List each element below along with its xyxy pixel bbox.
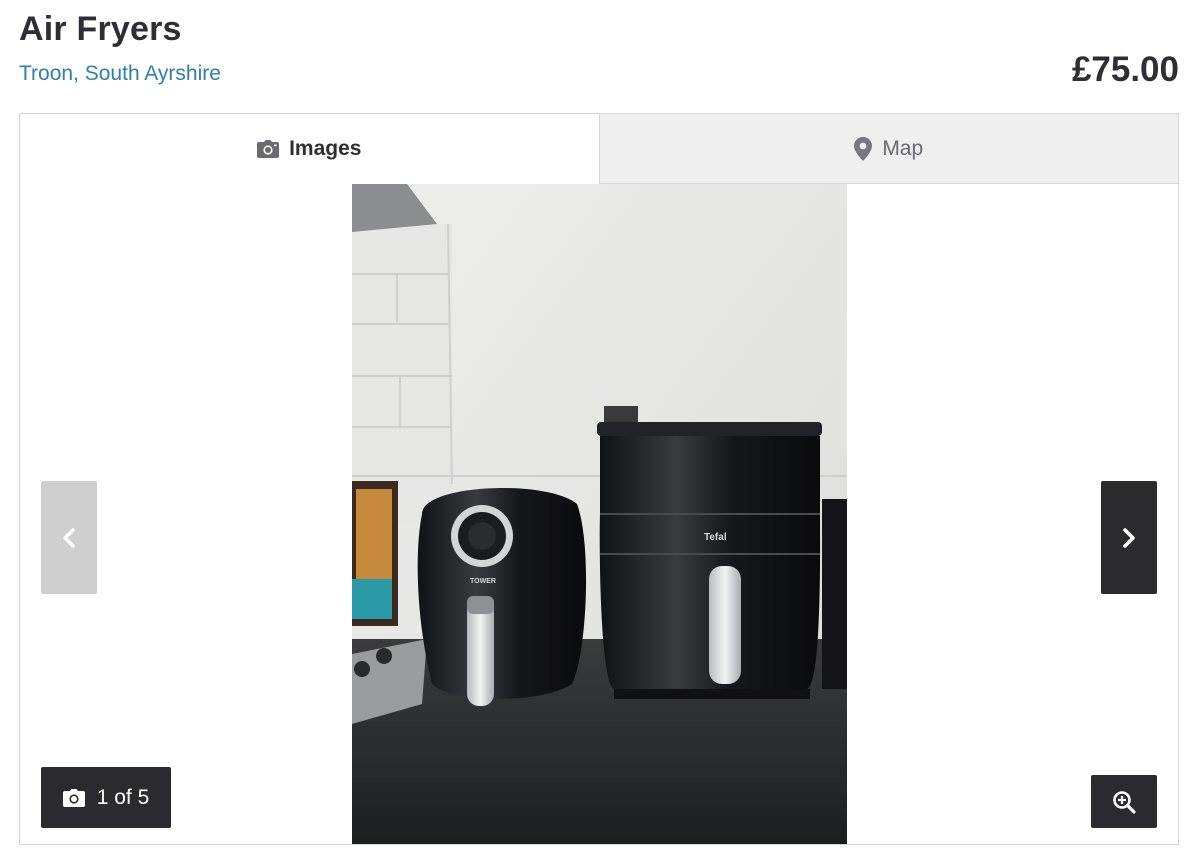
camera-icon <box>257 140 280 158</box>
tab-images-label: Images <box>289 137 362 160</box>
zoom-in-icon <box>1113 790 1136 814</box>
listing-price: £75.00 <box>1071 50 1179 89</box>
chevron-left-icon <box>63 527 75 548</box>
tefal-brand-label: Tefal <box>704 532 727 543</box>
zoom-image-button[interactable] <box>1091 775 1157 828</box>
tab-map-label: Map <box>882 136 924 160</box>
tower-brand-label: TOWER <box>470 578 496 585</box>
map-pin-icon <box>854 136 873 161</box>
media-tabs: Images Map <box>20 114 1178 184</box>
image-counter: 1 of 5 <box>41 767 171 828</box>
air-fryers-photo: TOWER Tefal <box>352 184 847 844</box>
chevron-right-icon <box>1123 527 1135 548</box>
listing-location-link[interactable]: Troon, South Ayrshire <box>19 62 221 86</box>
listing-photo: TOWER Tefal <box>352 184 847 844</box>
next-image-button[interactable] <box>1101 481 1157 594</box>
camera-icon <box>62 788 85 807</box>
tab-images[interactable]: Images <box>20 114 599 184</box>
tab-map[interactable]: Map <box>598 114 1178 184</box>
image-counter-text: 1 of 5 <box>96 785 150 809</box>
previous-image-button[interactable] <box>41 481 97 594</box>
listing-title: Air Fryers <box>19 10 182 48</box>
media-panel: Images Map TOWER Tefal 1 of 5 <box>19 113 1179 845</box>
